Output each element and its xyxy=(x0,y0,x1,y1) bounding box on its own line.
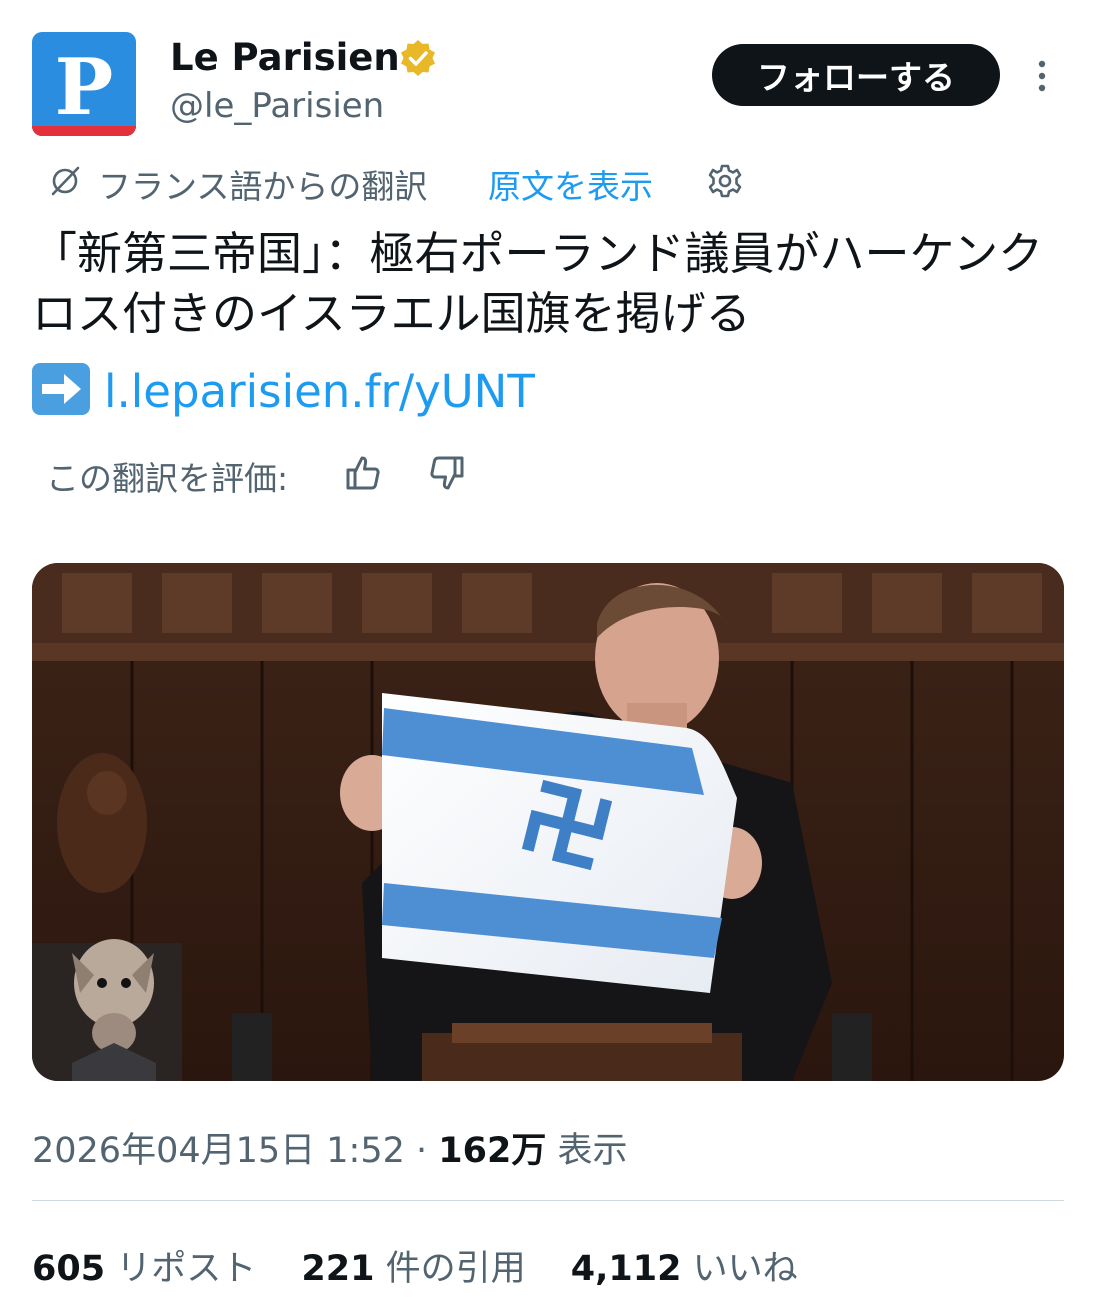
avatar[interactable]: P xyxy=(32,32,136,136)
handle[interactable]: @le_Parisien xyxy=(170,86,384,126)
tweet-meta: 2026年04月15日 1:52 · 162万 表示 xyxy=(32,1122,628,1173)
rate-translation-label: この翻訳を評価: xyxy=(46,459,289,498)
tweet-text: 「新第三帝国」：極右ポーランド議員がハーケンクロス付きのイスラエル国旗を掲げる xyxy=(32,227,1044,340)
quotes-count: 221 xyxy=(301,1249,375,1289)
quotes-stat[interactable]: 221 件の引用 xyxy=(301,1249,525,1289)
tweet-timestamp[interactable]: 2026年04月15日 1:52 xyxy=(32,1131,405,1171)
quotes-label: 件の引用 xyxy=(385,1249,526,1289)
right-arrow-emoji-icon xyxy=(32,363,90,415)
avatar-letter: P xyxy=(55,42,114,133)
follow-button[interactable]: フォローする xyxy=(712,44,1000,106)
thumbs-up-icon[interactable] xyxy=(342,452,384,494)
likes-count: 4,112 xyxy=(570,1249,682,1289)
views-count: 162万 xyxy=(438,1131,547,1171)
engagement-stats: 605 リポスト 221 件の引用 4,112 いいね xyxy=(32,1240,832,1291)
translation-note: フランス語からの翻訳 xyxy=(98,167,428,206)
display-name[interactable]: Le Parisien xyxy=(170,36,400,79)
gear-icon[interactable] xyxy=(706,162,744,200)
reposts-count: 605 xyxy=(32,1249,106,1289)
reposts-label: リポスト xyxy=(116,1249,257,1289)
tweet-link-row: l.leparisien.fr/yUNT xyxy=(32,362,535,422)
meta-separator: · xyxy=(416,1131,428,1171)
divider xyxy=(32,1200,1064,1201)
likes-stat[interactable]: 4,112 いいね xyxy=(571,1249,798,1289)
tweet-link[interactable]: l.leparisien.fr/yUNT xyxy=(104,365,535,418)
more-options-icon[interactable] xyxy=(1030,58,1054,94)
views-label: 表示 xyxy=(557,1131,628,1171)
likes-label: いいね xyxy=(692,1249,798,1289)
translate-icon xyxy=(48,164,82,198)
show-original-link[interactable]: 原文を表示 xyxy=(488,160,653,208)
thumbs-down-icon[interactable] xyxy=(426,452,468,494)
verified-badge-icon xyxy=(398,38,438,78)
reposts-stat[interactable]: 605 リポスト xyxy=(32,1249,256,1289)
tweet-photo[interactable] xyxy=(32,563,1064,1081)
